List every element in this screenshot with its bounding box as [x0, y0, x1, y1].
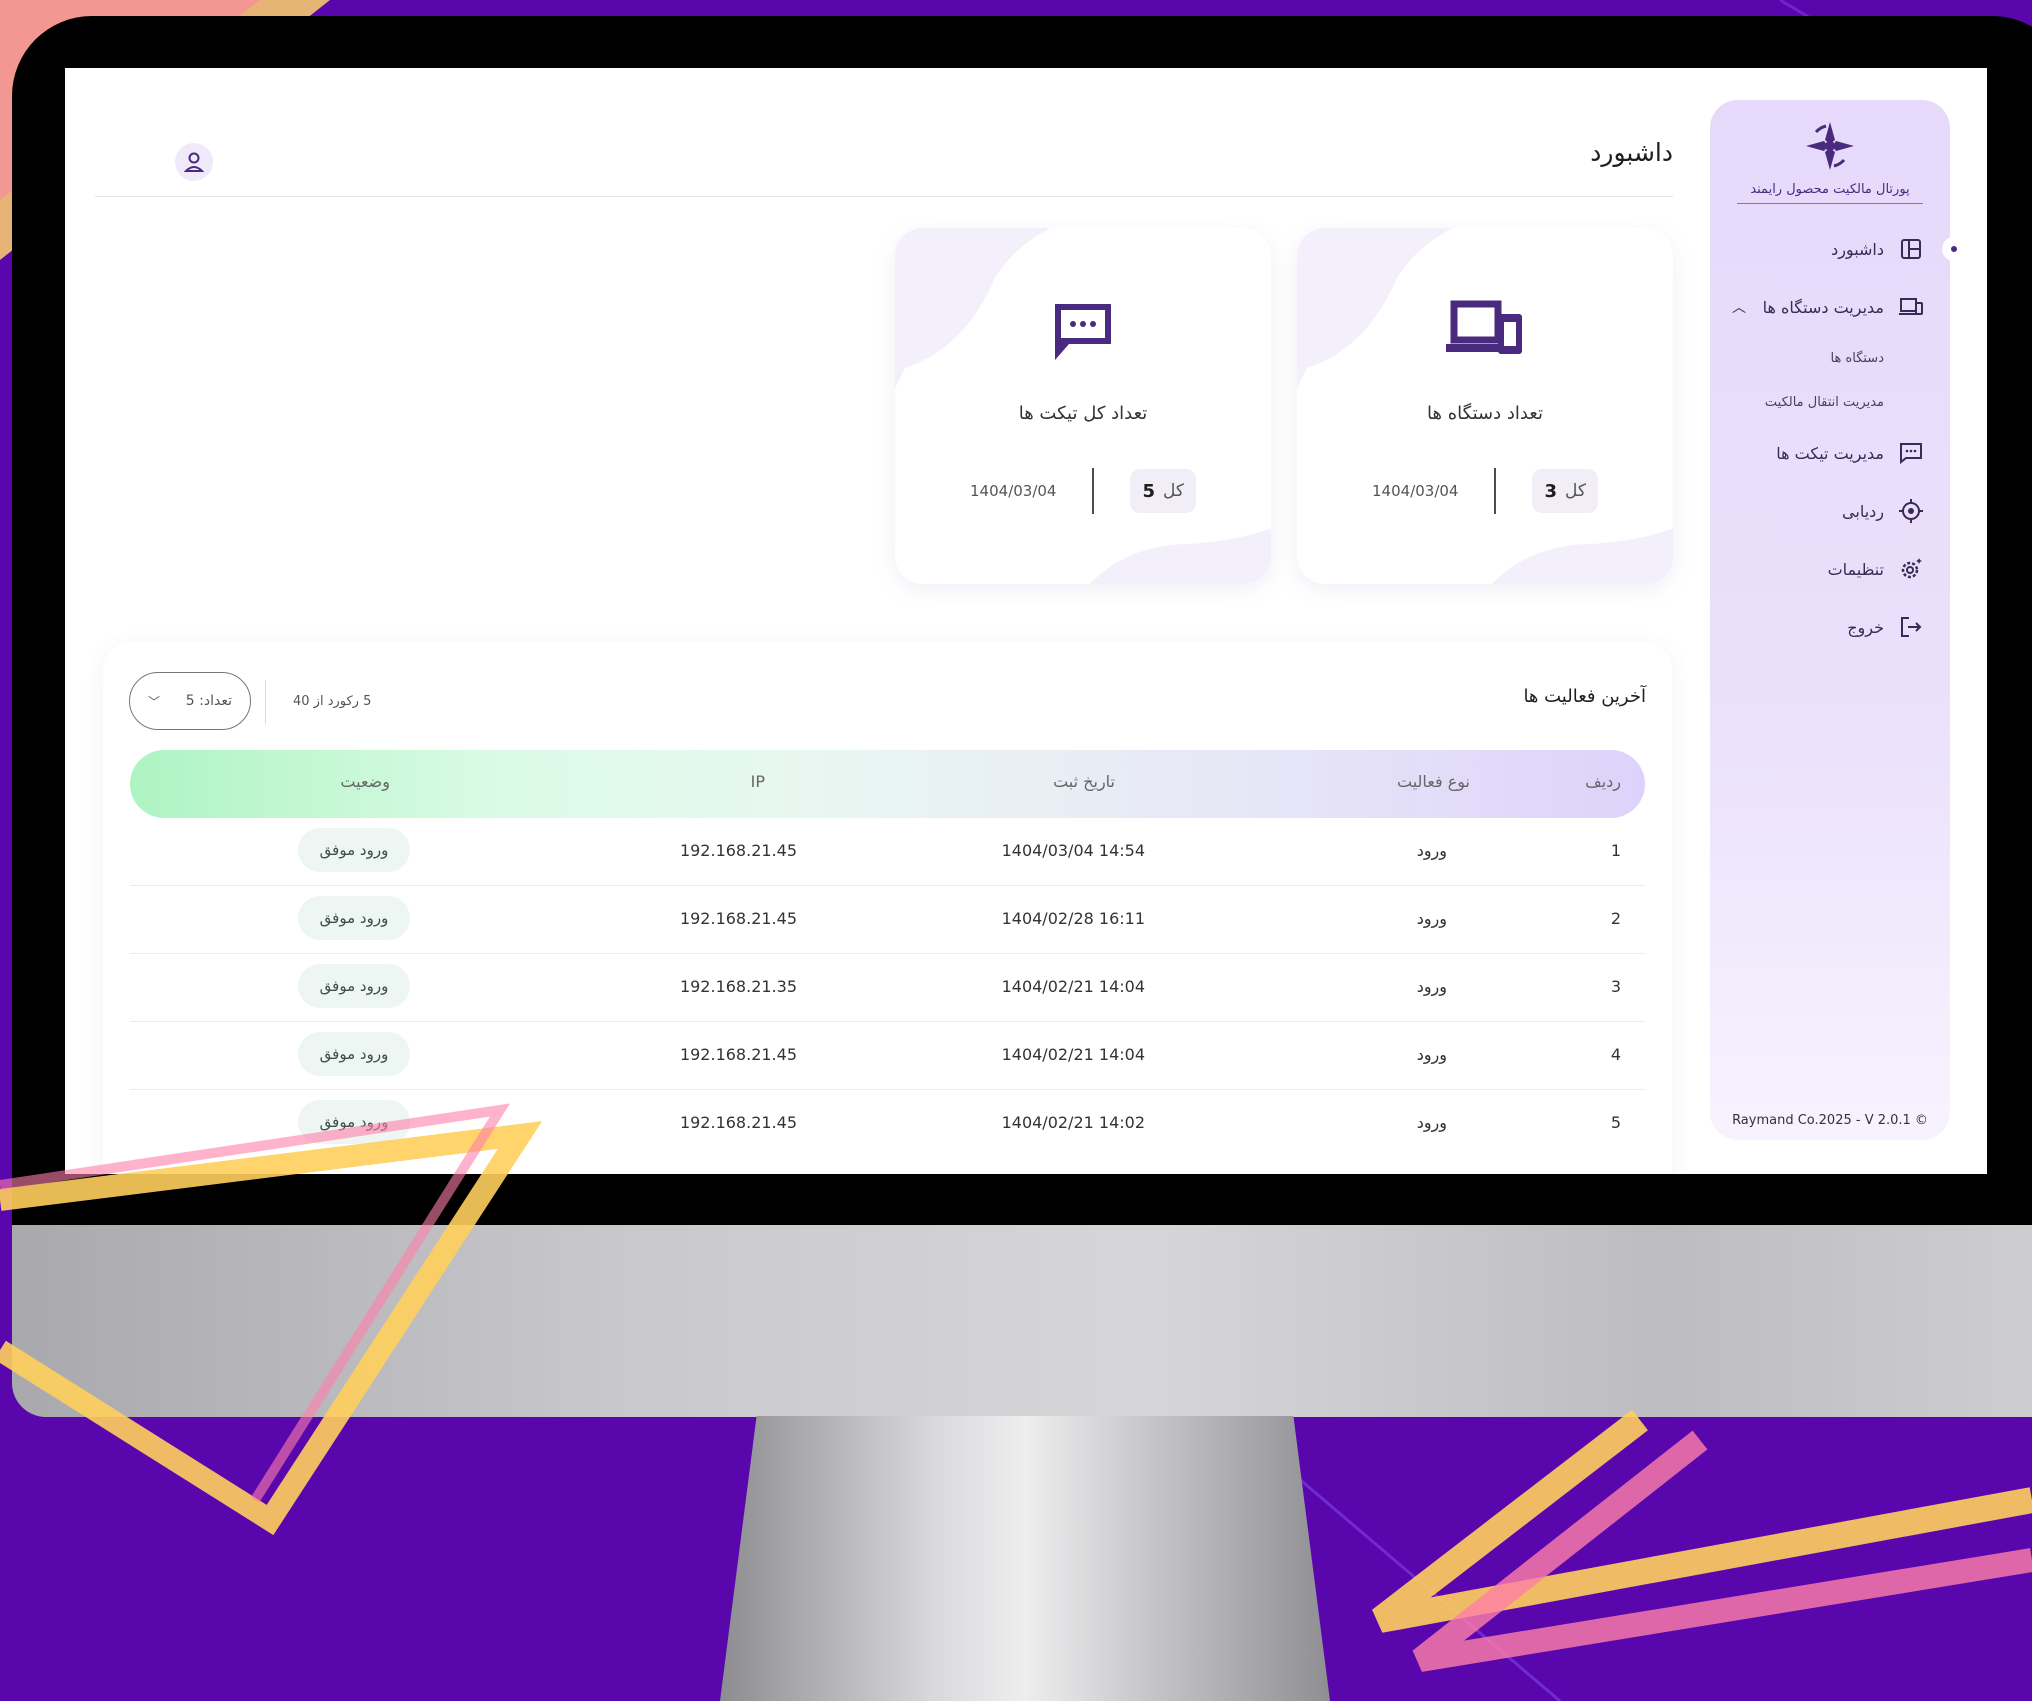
sidebar-item-label: ردیابی	[1842, 501, 1884, 521]
gear-icon	[1898, 556, 1924, 582]
sidebar-item-dashboard[interactable]: داشبورد	[1710, 220, 1966, 278]
sidebar-item-label: مدیریت تیکت ها	[1776, 443, 1884, 463]
sidebar-item-tickets[interactable]: مدیریت تیکت ها	[1710, 424, 1950, 482]
cell-ip: 192.168.21.35	[679, 977, 797, 996]
sidebar-item-tracking[interactable]: ردیابی	[1710, 482, 1950, 540]
cell-ip: 192.168.21.45	[679, 1113, 797, 1132]
total-label: کل	[1163, 481, 1184, 501]
total-value: 3	[1544, 480, 1558, 502]
cell-type: ورود	[1416, 1113, 1447, 1132]
stat-card-tickets[interactable]: تعداد کل تیکت ها کل 5 1404/03/04	[895, 228, 1271, 584]
monitor-chin	[12, 1225, 2032, 1417]
table-row[interactable]: 4 ورود 1404/02/21 14:04 192.168.21.45 ور…	[130, 1022, 1645, 1090]
sidebar-item-label: مدیریت انتقال مالکیت	[1764, 394, 1884, 410]
cell-date: 1404/03/04 14:54	[1001, 841, 1145, 860]
sidebar-item-label: داشبورد	[1831, 239, 1884, 259]
cell-type: ورود	[1416, 909, 1447, 928]
active-indicator	[1942, 237, 1966, 261]
sidebar-item-logout[interactable]: خروج	[1710, 598, 1950, 656]
chevron-up-icon[interactable]: ︿	[1732, 297, 1746, 317]
cell-date: 1404/02/21 14:04	[1001, 977, 1145, 996]
cell-index: 4	[1610, 1045, 1621, 1064]
card-title: تعداد کل تیکت ها	[1018, 403, 1148, 424]
monitor-stand	[720, 1416, 1330, 1701]
sidebar-footer: Raymand Co.2025 - V 2.0.1 ©	[1732, 1113, 1928, 1128]
cell-ip: 192.168.21.45	[679, 841, 797, 860]
stat-separator	[1494, 468, 1497, 514]
table-row[interactable]: 5 ورود 1404/02/21 14:02 192.168.21.45 ور…	[130, 1090, 1645, 1158]
table-header: ردیف نوع فعالیت تاریخ ثبت IP وضعیت	[130, 750, 1645, 818]
sidebar-subitem-ownership-transfer[interactable]: مدیریت انتقال مالکیت	[1710, 380, 1950, 424]
chevron-down-icon: ﹀	[148, 694, 161, 709]
cell-type: ورود	[1416, 977, 1447, 996]
cell-date: 1404/02/21 14:04	[1001, 1045, 1145, 1064]
sidebar-item-label: مدیریت دستگاه ها	[1762, 297, 1884, 317]
table-row[interactable]: 3 ورود 1404/02/21 14:04 192.168.21.35 ور…	[130, 954, 1645, 1022]
total-badge: کل 5	[1130, 469, 1196, 513]
card-title: تعداد دستگاه ها	[1427, 403, 1543, 424]
column-header-status: وضعیت	[340, 772, 390, 791]
user-avatar[interactable]	[175, 143, 213, 181]
column-header-ip: IP	[750, 772, 765, 791]
status-badge: ورود موفق	[298, 1032, 410, 1076]
header-divider	[95, 196, 1673, 197]
cell-index: 5	[1610, 1113, 1621, 1132]
sidebar-item-label: تنظیمات	[1827, 559, 1884, 579]
total-label: کل	[1565, 481, 1586, 501]
chat-icon	[1898, 440, 1924, 466]
sidebar-item-settings[interactable]: تنظیمات	[1710, 540, 1950, 598]
logo-mark-icon	[1806, 122, 1854, 170]
devices-icon	[1446, 300, 1522, 354]
divider	[265, 680, 266, 724]
activity-panel: آخرین فعالیت ها 5 رکورد از 40 تعداد: 5 ﹀…	[103, 642, 1672, 1174]
activity-title: آخرین فعالیت ها	[1523, 686, 1646, 707]
page-size-select[interactable]: تعداد: 5 ﹀	[129, 672, 251, 730]
logo-text: پورتال مالکیت محصول رایمند	[1737, 182, 1923, 204]
stat-separator	[1092, 468, 1095, 514]
status-badge: ورود موفق	[298, 896, 410, 940]
card-decoration	[1491, 528, 1673, 584]
cell-date: 1404/02/28 16:11	[1001, 909, 1145, 928]
column-header-date: تاریخ ثبت	[1053, 772, 1115, 791]
page-size-value: تعداد: 5	[185, 693, 232, 709]
card-decoration	[1089, 528, 1271, 584]
status-badge: ورود موفق	[298, 1100, 410, 1144]
records-count: 5 رکورد از 40	[293, 694, 372, 709]
target-icon	[1898, 498, 1924, 524]
page-title: داشبورد	[1590, 138, 1673, 167]
column-header-index: ردیف	[1585, 772, 1621, 791]
column-header-type: نوع فعالیت	[1396, 772, 1470, 791]
cell-index: 3	[1610, 977, 1621, 996]
cell-date: 1404/02/21 14:02	[1001, 1113, 1145, 1132]
card-date: 1404/03/04	[1372, 482, 1459, 500]
total-value: 5	[1142, 480, 1156, 502]
cell-index: 2	[1610, 909, 1621, 928]
cell-type: ورود	[1416, 841, 1447, 860]
sidebar-item-device-management[interactable]: مدیریت دستگاه ها ︿	[1710, 278, 1950, 336]
sidebar-item-label: خروج	[1847, 617, 1884, 637]
sidebar-nav: داشبورد مدیریت دستگاه ها ︿ دستگاه ها مدی…	[1710, 220, 1966, 656]
app-screen: پورتال مالکیت محصول رایمند داشبورد مدیری…	[65, 68, 1987, 1174]
table-row[interactable]: 1 ورود 1404/03/04 14:54 192.168.21.45 ور…	[130, 818, 1645, 886]
stat-card-devices[interactable]: تعداد دستگاه ها کل 3 1404/03/04	[1297, 228, 1673, 584]
cell-type: ورود	[1416, 1045, 1447, 1064]
logo[interactable]: پورتال مالکیت محصول رایمند	[1710, 120, 1950, 204]
user-icon	[184, 152, 204, 172]
cell-ip: 192.168.21.45	[679, 1045, 797, 1064]
cell-ip: 192.168.21.45	[679, 909, 797, 928]
sidebar: پورتال مالکیت محصول رایمند داشبورد مدیری…	[1710, 100, 1966, 1140]
cell-index: 1	[1610, 841, 1621, 860]
chat-icon	[1055, 304, 1111, 360]
dashboard-icon	[1898, 236, 1924, 262]
devices-icon	[1898, 294, 1924, 320]
status-badge: ورود موفق	[298, 828, 410, 872]
logout-icon	[1898, 614, 1924, 640]
total-badge: کل 3	[1532, 469, 1598, 513]
sidebar-item-label: دستگاه ها	[1830, 350, 1884, 366]
table-row[interactable]: 2 ورود 1404/02/28 16:11 192.168.21.45 ور…	[130, 886, 1645, 954]
status-badge: ورود موفق	[298, 964, 410, 1008]
sidebar-subitem-devices[interactable]: دستگاه ها	[1710, 336, 1950, 380]
card-date: 1404/03/04	[970, 482, 1057, 500]
